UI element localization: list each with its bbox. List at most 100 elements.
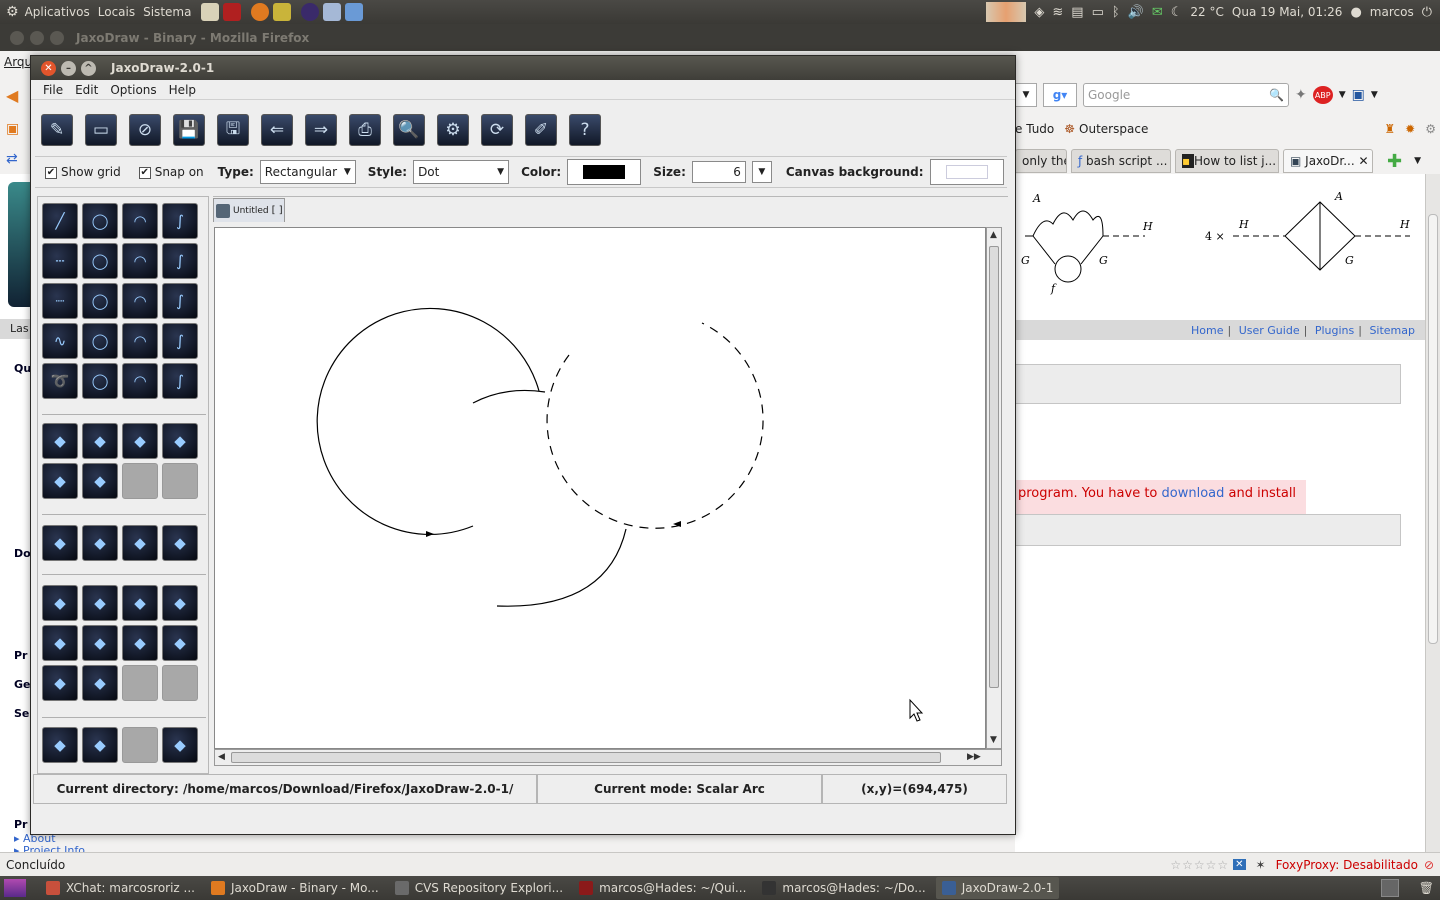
browser-tab[interactable]: ▪ How to list j...	[1175, 149, 1279, 173]
scalar-line-tool-icon[interactable]: ┄	[42, 243, 78, 279]
fermion-loop-tool-icon[interactable]: ◯	[82, 203, 118, 239]
close-tab-icon[interactable]: ✕	[1358, 154, 1368, 168]
new-tab-icon[interactable]: ✚	[1387, 151, 1402, 172]
canvas-horizontal-scrollbar[interactable]: ◀ ▶▶	[214, 749, 1002, 766]
scroll-up-icon[interactable]: ▲	[990, 230, 997, 240]
tool-launcher-icon[interactable]	[273, 3, 292, 21]
delete-tool-icon[interactable]: ◆	[162, 625, 198, 661]
preview-icon[interactable]: 🔍	[393, 114, 425, 146]
text-tool-icon[interactable]: ◆	[82, 727, 118, 763]
temperature-label[interactable]: 22 °C	[1190, 5, 1223, 19]
taskbar-item[interactable]: JaxoDraw-2.0-1	[935, 877, 1060, 899]
bookmark-item[interactable]: e Tudo	[1015, 122, 1054, 136]
download-link[interactable]: download	[1162, 486, 1225, 501]
scroll-down-icon[interactable]: ▼	[990, 735, 997, 745]
scroll-left-icon[interactable]: ◀	[218, 752, 225, 762]
firefox-launcher-icon[interactable]	[251, 3, 270, 21]
import-icon[interactable]: ⇐	[261, 114, 293, 146]
default-tool-icon[interactable]: ◆	[162, 727, 198, 763]
fermion-line-tool-icon[interactable]: ╱	[42, 203, 78, 239]
canvas-tab[interactable]: Untitled [ ]	[213, 198, 285, 222]
show-grid-checkbox[interactable]: ✔ Show grid	[45, 165, 121, 179]
adblock-dropdown-icon[interactable]: ▼	[1339, 90, 1346, 100]
bug-icon[interactable]: ✶	[1256, 858, 1266, 872]
group-tool-icon[interactable]: ◆	[82, 625, 118, 661]
snap-on-checkbox[interactable]: ✔ Snap on	[138, 165, 204, 179]
minimize-icon[interactable]	[30, 30, 44, 45]
browser-tab[interactable]: ƒ bash script ...	[1071, 149, 1171, 173]
extension-icon[interactable]: ✹	[1405, 122, 1415, 136]
blob-tool-icon[interactable]: ◆	[162, 423, 198, 459]
close-icon[interactable]	[10, 30, 24, 45]
box-tool-icon[interactable]: ◆	[82, 423, 118, 459]
addon-icon[interactable]: ✦	[1295, 87, 1307, 103]
ungroup-tool-icon[interactable]: ◆	[122, 625, 158, 661]
xmarks-icon[interactable]: ✕	[1233, 859, 1246, 870]
nav-link-user-guide[interactable]: User Guide	[1239, 324, 1300, 337]
menu-help[interactable]: Help	[163, 83, 202, 97]
dashed-loop-shape[interactable]	[546, 322, 764, 529]
duplicate-tool-icon[interactable]: ◆	[42, 625, 78, 661]
settings-icon[interactable]: ⚙	[1425, 122, 1440, 136]
back-icon[interactable]: ◀	[6, 86, 18, 105]
color-button[interactable]	[567, 159, 642, 185]
refresh-icon[interactable]: ⟳	[481, 114, 513, 146]
undo-tool-icon[interactable]: ◆	[42, 525, 78, 561]
media-launcher-icon[interactable]	[223, 3, 242, 21]
network-icon[interactable]: ◈	[1034, 5, 1044, 20]
scroll-right-icon[interactable]: ▶▶	[967, 752, 981, 762]
search-engine-icon[interactable]: g▾	[1043, 83, 1077, 107]
search-input[interactable]: Google 🔍	[1083, 83, 1289, 107]
scalar-bezier-tool-icon[interactable]: ∫	[162, 243, 198, 279]
photon-loop-tool-icon[interactable]: ◯	[82, 323, 118, 359]
ghost-arc-tool-icon[interactable]: ◠	[122, 283, 158, 319]
help-icon[interactable]: ?	[569, 114, 601, 146]
move-tool-icon[interactable]: ◆	[42, 585, 78, 621]
scalar-arc-tool-icon[interactable]: ◠	[122, 243, 158, 279]
close-icon[interactable]: ✕	[41, 60, 56, 76]
firefox-menu-file[interactable]: Arqu	[4, 55, 32, 69]
close-graph-icon[interactable]: ⊘	[129, 114, 161, 146]
nav-link-plugins[interactable]: Plugins	[1315, 324, 1354, 337]
extension-icon[interactable]: ♜	[1384, 122, 1395, 136]
photon-bezier-tool-icon[interactable]: ∫	[162, 323, 198, 359]
menu-edit[interactable]: Edit	[69, 83, 104, 97]
save-icon[interactable]: 💾	[173, 114, 205, 146]
scrollbar-thumb[interactable]	[1428, 214, 1438, 644]
url-dropdown-icon[interactable]: ▼	[1015, 83, 1037, 107]
bluetooth-icon[interactable]: ᛒ	[1112, 5, 1120, 20]
menu-options[interactable]: Options	[104, 83, 162, 97]
scalar-loop-shape[interactable]	[316, 307, 540, 536]
monitor-launcher-icon[interactable]	[345, 3, 364, 21]
proxy-icon[interactable]: ⊘	[1424, 858, 1434, 872]
refresh-tool-icon[interactable]: ◆	[162, 525, 198, 561]
edit-tool-icon[interactable]: ◆	[162, 585, 198, 621]
browser-tab[interactable]: only the...	[1015, 149, 1067, 173]
page-scrollbar[interactable]	[1425, 174, 1440, 864]
scalar-loop-tool-icon[interactable]: ◯	[82, 243, 118, 279]
adblock-icon[interactable]: ABP	[1312, 86, 1333, 104]
scalar-arc-shape[interactable]	[472, 389, 546, 404]
fermion-arc-tool-icon[interactable]: ◠	[122, 203, 158, 239]
gluon-bezier-tool-icon[interactable]: ∫	[162, 363, 198, 399]
gluon-loop-tool-icon[interactable]: ◯	[82, 363, 118, 399]
volume-icon[interactable]: 🔊	[1128, 5, 1144, 20]
tab-close-icon[interactable]: [ ]	[272, 205, 283, 216]
ghost-loop-tool-icon[interactable]: ◯	[82, 283, 118, 319]
gluon-line-tool-icon[interactable]: ➰	[42, 363, 78, 399]
size-spinner[interactable]: 6	[691, 161, 746, 183]
type-select[interactable]: Rectangular ▼	[259, 160, 356, 184]
canvas-background-button[interactable]	[929, 159, 1004, 185]
diagram-drawing[interactable]	[215, 228, 985, 748]
scrollbar-thumb[interactable]	[231, 752, 941, 763]
maximize-icon[interactable]	[50, 30, 64, 45]
unselect-tool-icon[interactable]: ◆	[82, 665, 118, 701]
ghost-bezier-tool-icon[interactable]: ∫	[162, 283, 198, 319]
taskbar-item[interactable]: CVS Repository Explori...	[389, 877, 569, 899]
bookmark-folder-icon[interactable]: ▣	[6, 121, 19, 137]
power-icon[interactable]: ⏻	[1422, 5, 1432, 20]
gluon-arc-tool-icon[interactable]: ◠	[122, 363, 158, 399]
browser-tab-active[interactable]: ▣ JaxoDr... ✕	[1283, 149, 1373, 173]
new-icon[interactable]: ✎	[41, 114, 73, 146]
save-page-icon[interactable]: ▣	[1352, 87, 1365, 103]
